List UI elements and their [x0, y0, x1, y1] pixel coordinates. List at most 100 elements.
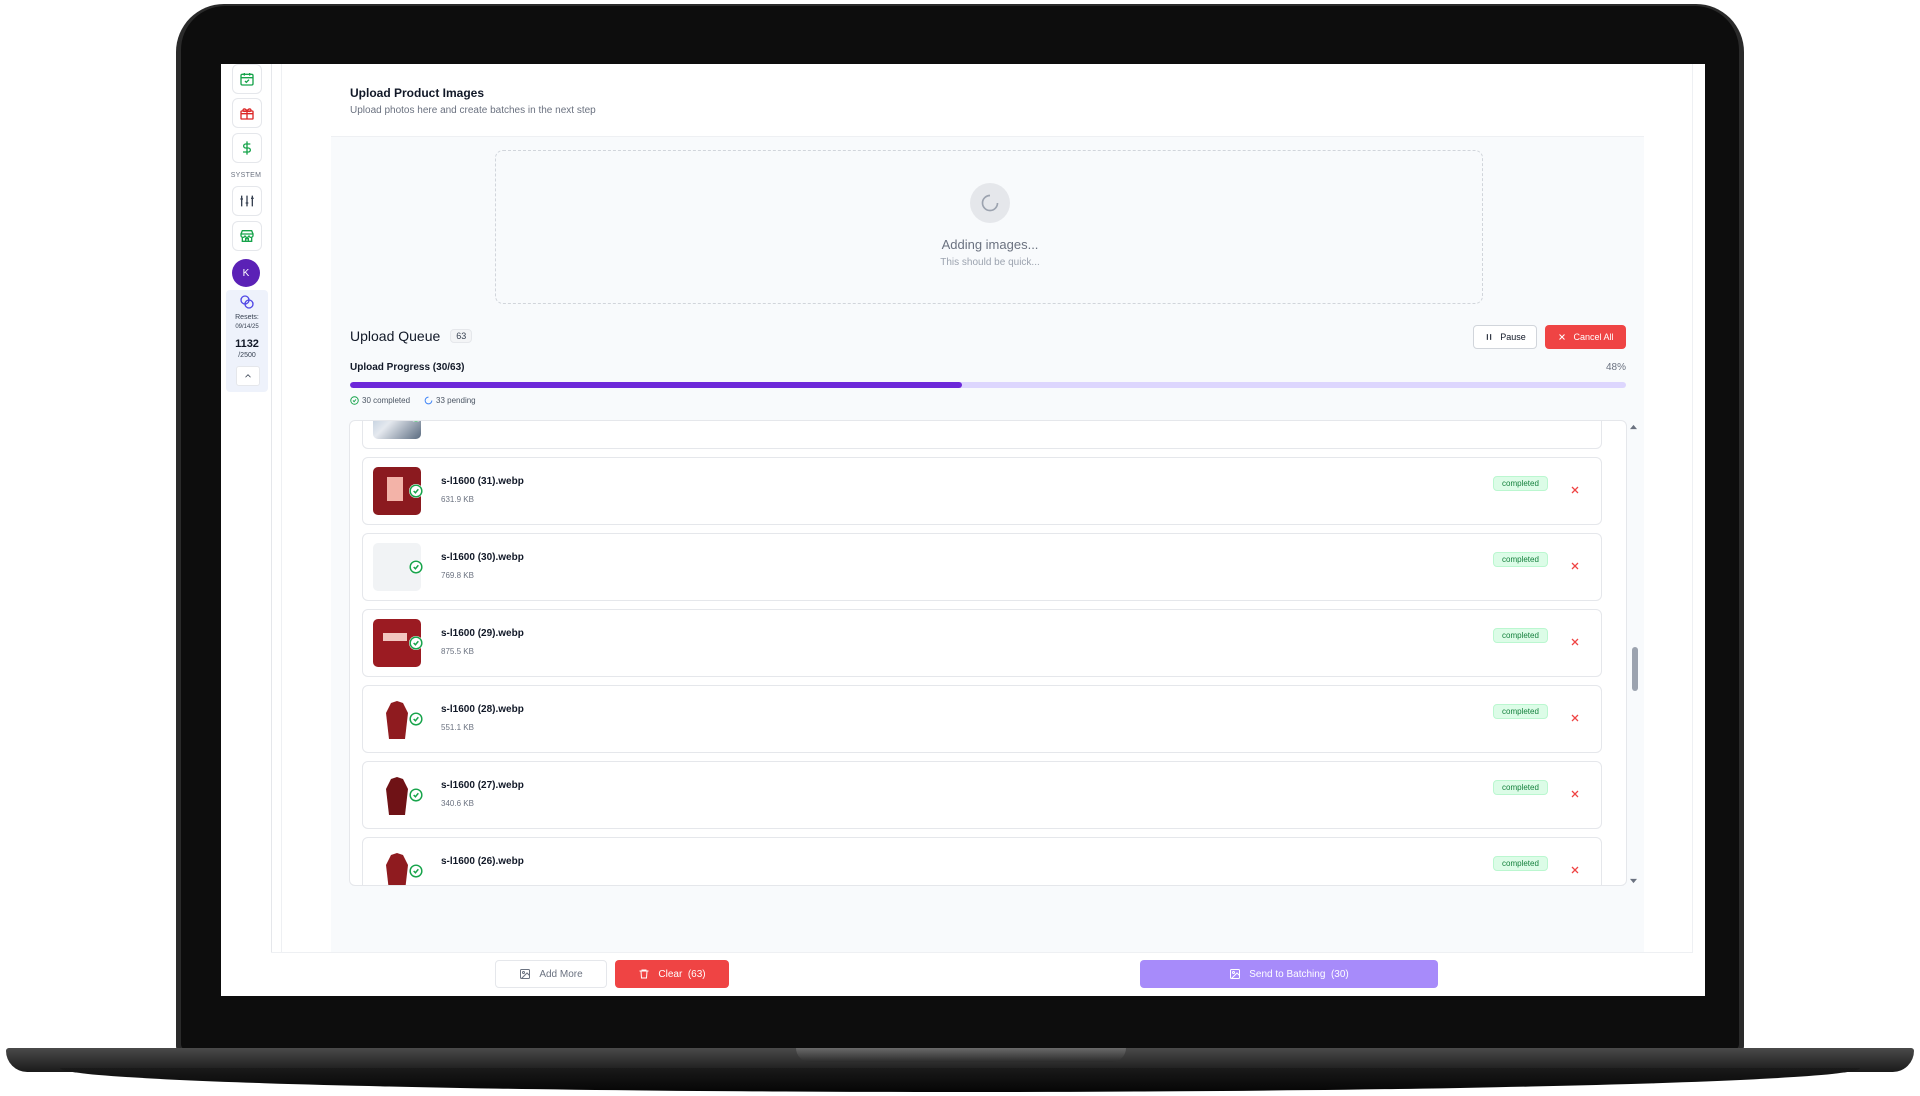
- queue-count-badge: 63: [450, 329, 473, 343]
- add-more-label: Add More: [539, 968, 583, 980]
- pause-label: Pause: [1500, 332, 1526, 342]
- laptop-notch: [796, 1048, 1126, 1062]
- list-item[interactable]: s-l1600 (30).webp 769.8 KB completed: [362, 533, 1602, 601]
- dropzone-status: Adding images...: [941, 237, 1039, 252]
- scroll-down-icon[interactable]: [1630, 878, 1637, 884]
- remove-file-icon[interactable]: [1569, 483, 1583, 497]
- status-badge: completed: [1493, 552, 1548, 567]
- coins-icon: [239, 294, 255, 315]
- app-screen: SYSTEM K Resets: 09/14/25 1132 /2500 Upl…: [221, 64, 1705, 996]
- progress-label: Upload Progress (30/63): [350, 362, 465, 373]
- loader-icon: [424, 396, 433, 405]
- credits-limit: /2500: [238, 352, 256, 359]
- queue-header: Upload Queue 63: [350, 328, 473, 344]
- list-item[interactable]: s-l1600 (27).webp 340.6 KB completed: [362, 761, 1602, 829]
- store-icon[interactable]: [232, 221, 262, 251]
- image-plus-icon: [520, 969, 531, 979]
- page-title: Upload Product Images: [350, 86, 485, 100]
- list-item[interactable]: 366.9 KBcompleted: [362, 420, 1602, 449]
- image-icon: [1230, 969, 1241, 979]
- sidebar: SYSTEM K Resets: 09/14/25 1132 /2500: [221, 64, 272, 996]
- file-thumbnail: [373, 421, 421, 439]
- chevron-up-icon[interactable]: [236, 366, 260, 386]
- panel-header: Upload Product Images Upload photos here…: [331, 64, 1644, 137]
- credit-panel: Resets: 09/14/25 1132 /2500: [226, 290, 268, 392]
- footer-bar: [271, 952, 1693, 996]
- file-size: 875.5 KB: [441, 647, 474, 656]
- check-circle-icon: [409, 421, 423, 422]
- list-item[interactable]: s-l1600 (29).webp 875.5 KB completed: [362, 609, 1602, 677]
- check-circle-icon: [350, 396, 359, 405]
- dropzone-hint: This should be quick...: [940, 257, 1040, 268]
- close-icon: [1559, 334, 1566, 340]
- laptop-base-bottom: [60, 1068, 1860, 1092]
- file-name: s-l1600 (26).webp: [441, 856, 524, 867]
- progress-percent: 48%: [1605, 362, 1626, 373]
- pending-count: 33 pending: [436, 396, 476, 405]
- progress-fill: [350, 382, 963, 388]
- upload-panel: Upload Product Images Upload photos here…: [331, 64, 1644, 952]
- check-circle-icon: [409, 560, 423, 574]
- remove-file-icon[interactable]: [1569, 711, 1583, 725]
- cancel-all-button[interactable]: Cancel All: [1545, 325, 1626, 349]
- spinner-icon: [970, 183, 1010, 223]
- avatar[interactable]: K: [232, 259, 260, 287]
- remove-file-icon[interactable]: [1569, 787, 1583, 801]
- calendar-check-icon[interactable]: [232, 64, 262, 94]
- list-item[interactable]: s-l1600 (31).webp 631.9 KB completed: [362, 457, 1602, 525]
- remove-file-icon[interactable]: [1569, 420, 1583, 421]
- check-circle-icon: [409, 712, 423, 726]
- file-size: 340.6 KB: [441, 799, 474, 808]
- queue-title: Upload Queue: [350, 328, 441, 344]
- status-badge: completed: [1493, 704, 1548, 719]
- sliders-icon[interactable]: [232, 186, 262, 216]
- cancel-all-label: Cancel All: [1573, 332, 1614, 342]
- list-item[interactable]: s-l1600 (28).webp 551.1 KB completed: [362, 685, 1602, 753]
- check-circle-icon: [409, 484, 423, 498]
- upload-file-list[interactable]: 366.9 KBcompleted s-l1600 (31).webp 631.9 …: [349, 420, 1627, 886]
- add-more-button[interactable]: Add More: [495, 960, 607, 988]
- file-size: 551.1 KB: [441, 723, 474, 732]
- check-circle-icon: [409, 788, 423, 802]
- dropzone[interactable]: Adding images... This should be quick...: [495, 150, 1483, 304]
- status-badge: completed: [1493, 628, 1548, 643]
- pause-button[interactable]: Pause: [1473, 325, 1537, 349]
- file-size: 631.9 KB: [441, 495, 474, 504]
- gift-icon[interactable]: [232, 98, 262, 128]
- status-badge: completed: [1493, 856, 1548, 871]
- send-to-batching-button[interactable]: Send to Batching (30): [1140, 960, 1438, 988]
- remove-file-icon[interactable]: [1569, 863, 1583, 877]
- clear-label: Clear (63): [658, 968, 706, 980]
- send-to-batching-label: Send to Batching (30): [1249, 968, 1349, 980]
- file-name: s-l1600 (29).webp: [441, 628, 524, 639]
- file-name: s-l1600 (31).webp: [441, 476, 524, 487]
- check-circle-icon: [409, 636, 423, 650]
- clear-button[interactable]: Clear (63): [615, 960, 729, 988]
- credits-resets-label: Resets:: [235, 314, 259, 321]
- remove-file-icon[interactable]: [1569, 635, 1583, 649]
- status-badge: completed: [1493, 476, 1548, 491]
- page-subtitle: Upload photos here and create batches in…: [350, 105, 596, 116]
- check-circle-icon: [409, 864, 423, 878]
- file-name: s-l1600 (30).webp: [441, 552, 524, 563]
- content-divider-right: [1692, 64, 1693, 952]
- scrollbar-thumb[interactable]: [1632, 647, 1638, 691]
- scroll-up-icon[interactable]: [1630, 424, 1637, 430]
- file-size: 769.8 KB: [441, 571, 474, 580]
- completed-summary: 30 completed: [350, 396, 410, 405]
- pause-icon: [1487, 334, 1492, 340]
- remove-file-icon[interactable]: [1569, 559, 1583, 573]
- status-badge: completed: [1493, 780, 1548, 795]
- credits-resets-date: 09/14/25: [235, 324, 259, 330]
- dollar-icon[interactable]: [232, 133, 262, 163]
- sidebar-section-label: SYSTEM: [230, 172, 262, 179]
- pending-summary: 33 pending: [424, 396, 476, 405]
- file-name: s-l1600 (27).webp: [441, 780, 524, 791]
- completed-count: 30 completed: [362, 396, 411, 405]
- file-name: s-l1600 (28).webp: [441, 704, 524, 715]
- list-item[interactable]: s-l1600 (26).webp completed: [362, 837, 1602, 885]
- credits-used: 1132: [235, 338, 259, 350]
- progress-summary: 30 completed 33 pending: [350, 396, 476, 405]
- progress-bar: [350, 382, 1626, 388]
- trash-icon: [639, 969, 649, 979]
